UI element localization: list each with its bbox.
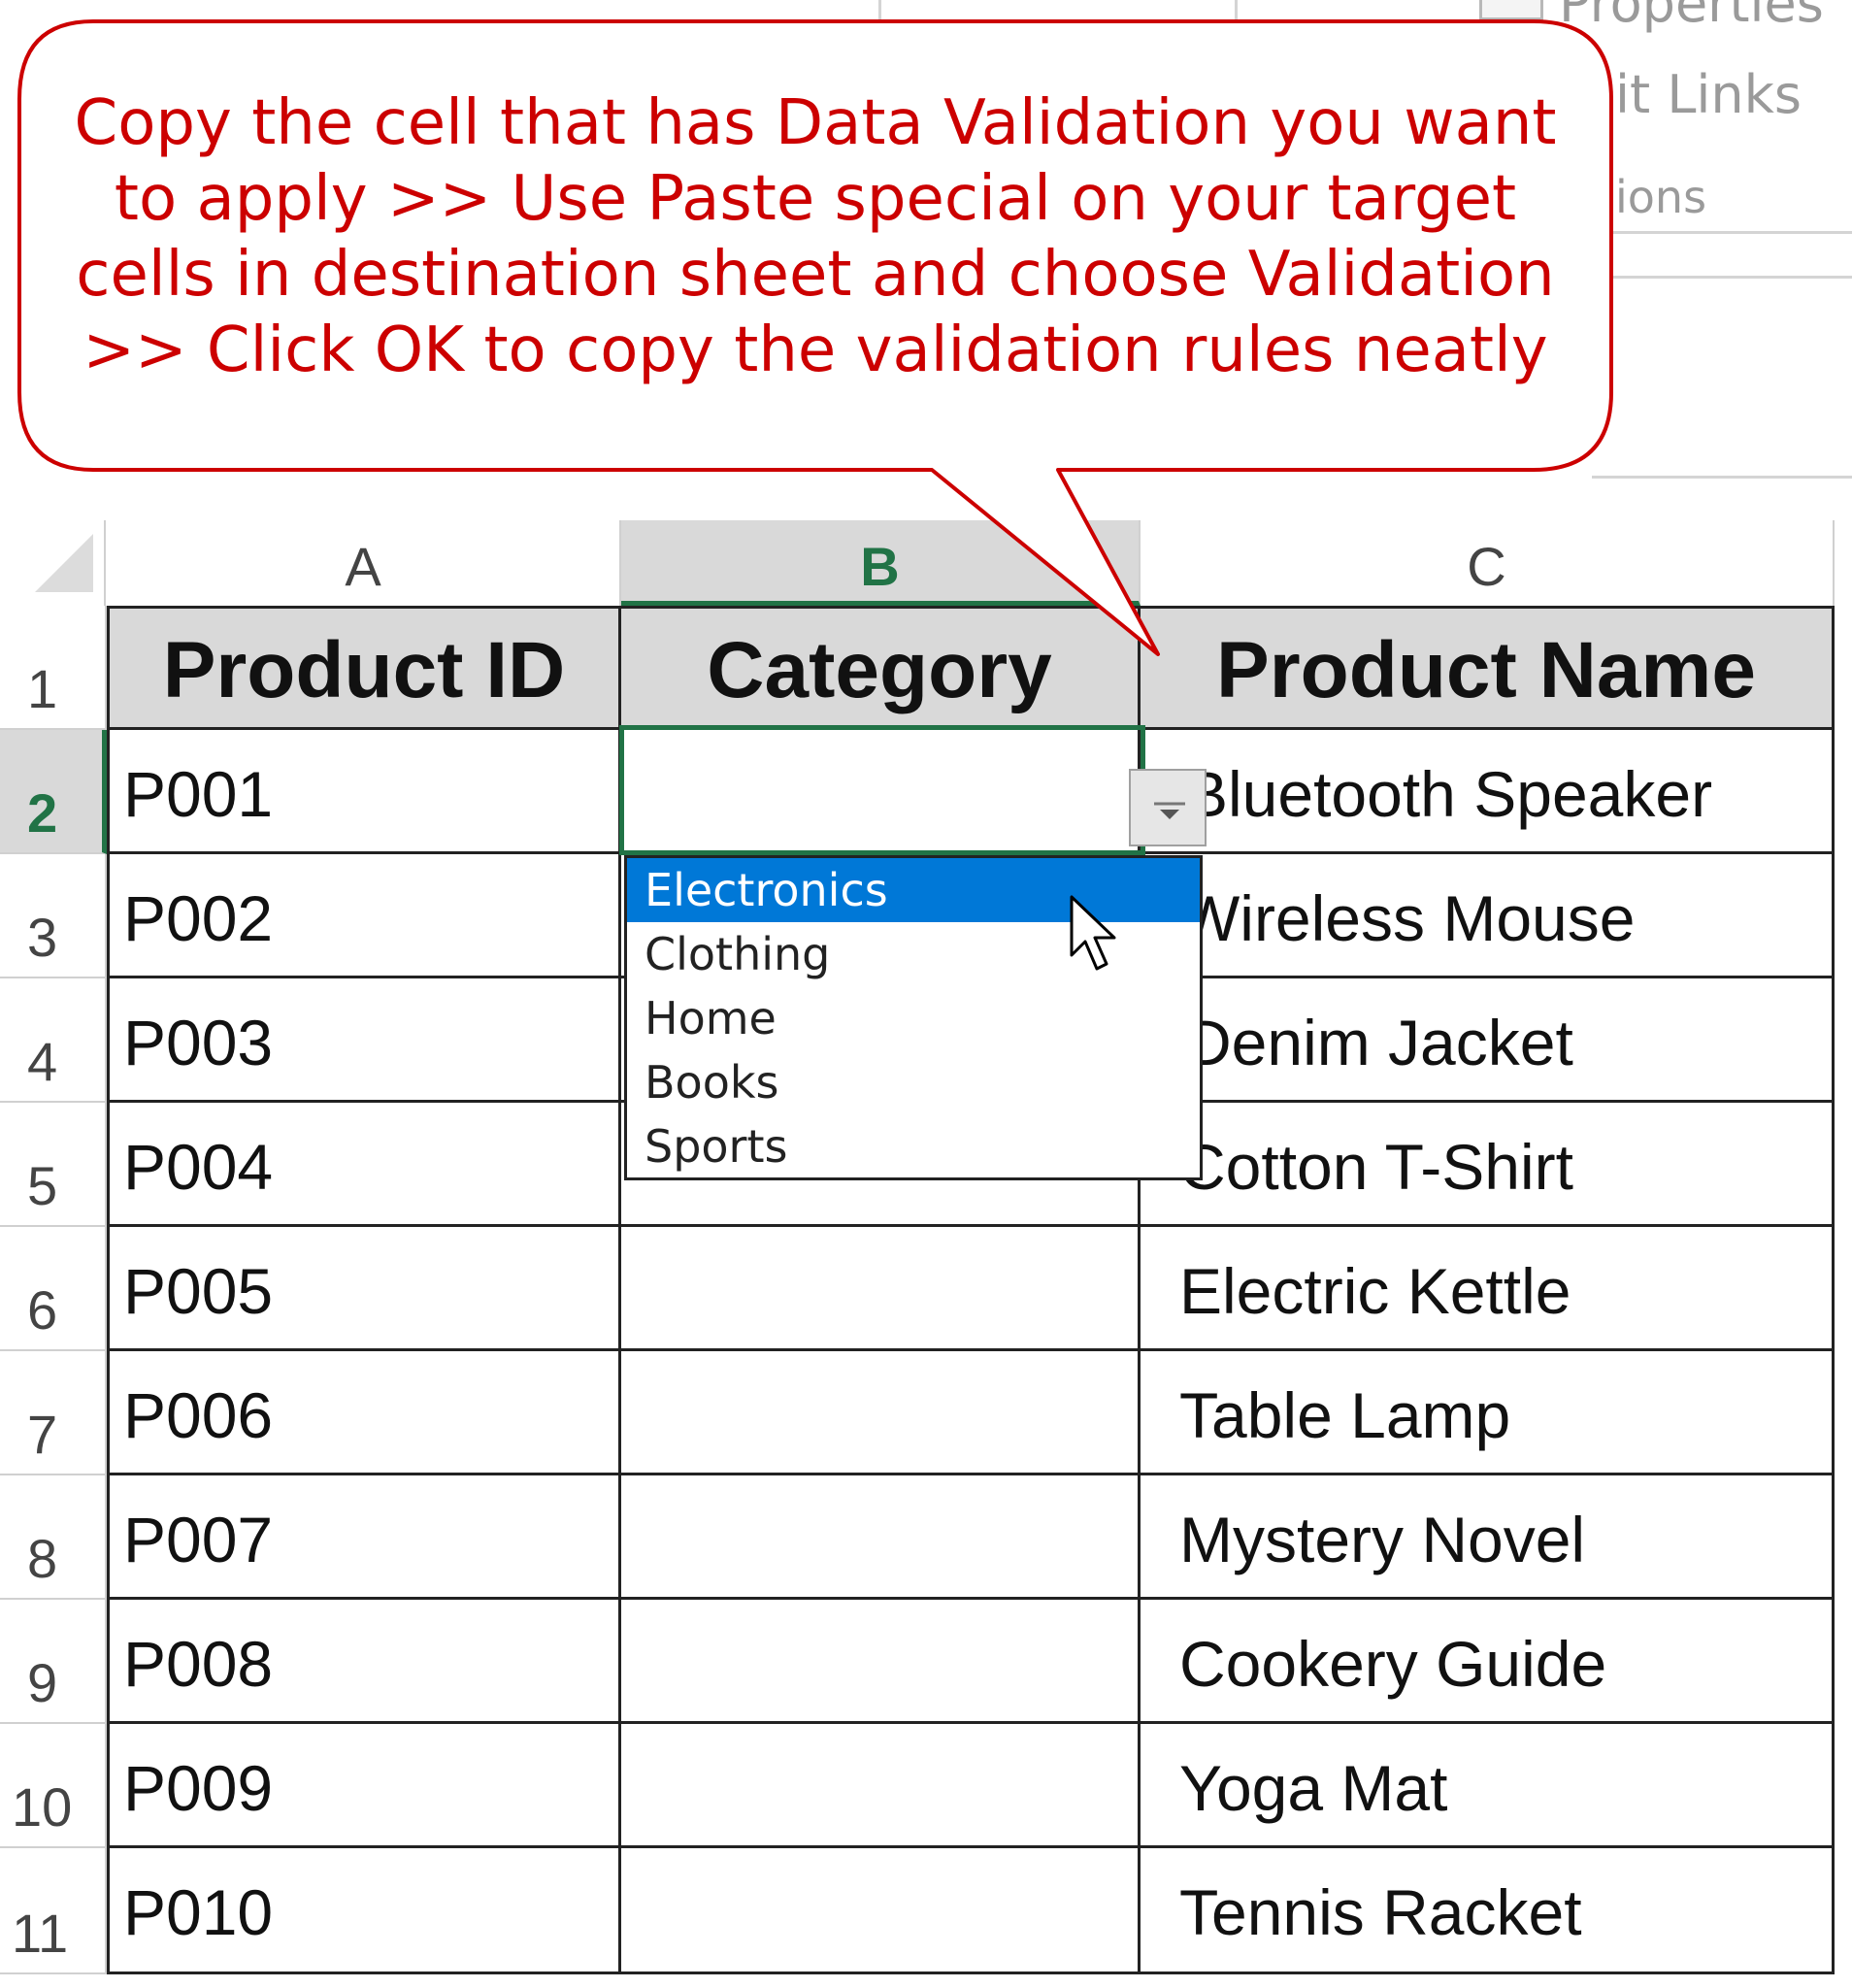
cell-c2[interactable]: Bluetooth Speaker [1141, 730, 1835, 854]
cell-b7[interactable] [621, 1351, 1141, 1475]
cell-b2[interactable] [621, 730, 1141, 854]
cell-c9[interactable]: Cookery Guide [1141, 1600, 1835, 1724]
mouse-cursor-icon [1070, 895, 1116, 971]
cell-a8[interactable]: P007 [107, 1475, 621, 1600]
row-header-3[interactable]: 3 [0, 854, 107, 978]
row-header-2[interactable]: 2 [0, 730, 107, 854]
cell-c5[interactable]: Cotton T-Shirt [1141, 1103, 1835, 1227]
callout-instruction-text: Copy the cell that has Data Validation y… [74, 87, 1557, 386]
cell-c6[interactable]: Electric Kettle [1141, 1227, 1835, 1351]
cell-b11[interactable] [621, 1848, 1141, 1974]
cell-a5[interactable]: P004 [107, 1103, 621, 1227]
cell-c7[interactable]: Table Lamp [1141, 1351, 1835, 1475]
row-header-5[interactable]: 5 [0, 1103, 107, 1227]
cell-b8[interactable] [621, 1475, 1141, 1600]
cell-a2[interactable]: P001 [107, 730, 621, 854]
cell-a7[interactable]: P006 [107, 1351, 621, 1475]
row-header-10[interactable]: 10 [0, 1724, 107, 1848]
cell-c10[interactable]: Yoga Mat [1141, 1724, 1835, 1848]
cell-a10[interactable]: P009 [107, 1724, 621, 1848]
cell-a9[interactable]: P008 [107, 1600, 621, 1724]
dropdown-option-home[interactable]: Home [627, 986, 1200, 1050]
cell-c11[interactable]: Tennis Racket [1141, 1848, 1835, 1974]
cell-c8[interactable]: Mystery Novel [1141, 1475, 1835, 1600]
row-header-8[interactable]: 8 [0, 1475, 107, 1600]
dropdown-option-sports[interactable]: Sports [627, 1114, 1200, 1178]
cell-b9[interactable] [621, 1600, 1141, 1724]
chevron-down-icon [1154, 802, 1185, 819]
row-header-9[interactable]: 9 [0, 1600, 107, 1724]
cell-a11[interactable]: P010 [107, 1848, 621, 1974]
row-header-7[interactable]: 7 [0, 1351, 107, 1475]
row-header-4[interactable]: 4 [0, 978, 107, 1103]
cell-c4[interactable]: Denim Jacket [1141, 978, 1835, 1103]
cell-c3[interactable]: Wireless Mouse [1141, 854, 1835, 978]
cell-a3[interactable]: P002 [107, 854, 621, 978]
row-header-6[interactable]: 6 [0, 1227, 107, 1351]
dropdown-option-books[interactable]: Books [627, 1050, 1200, 1114]
cell-a4[interactable]: P003 [107, 978, 621, 1103]
cell-b6[interactable] [621, 1227, 1141, 1351]
dropdown-arrow-button[interactable] [1129, 769, 1207, 846]
cell-b10[interactable] [621, 1724, 1141, 1848]
cell-a6[interactable]: P005 [107, 1227, 621, 1351]
row-header-11[interactable]: 11 [0, 1848, 107, 1974]
